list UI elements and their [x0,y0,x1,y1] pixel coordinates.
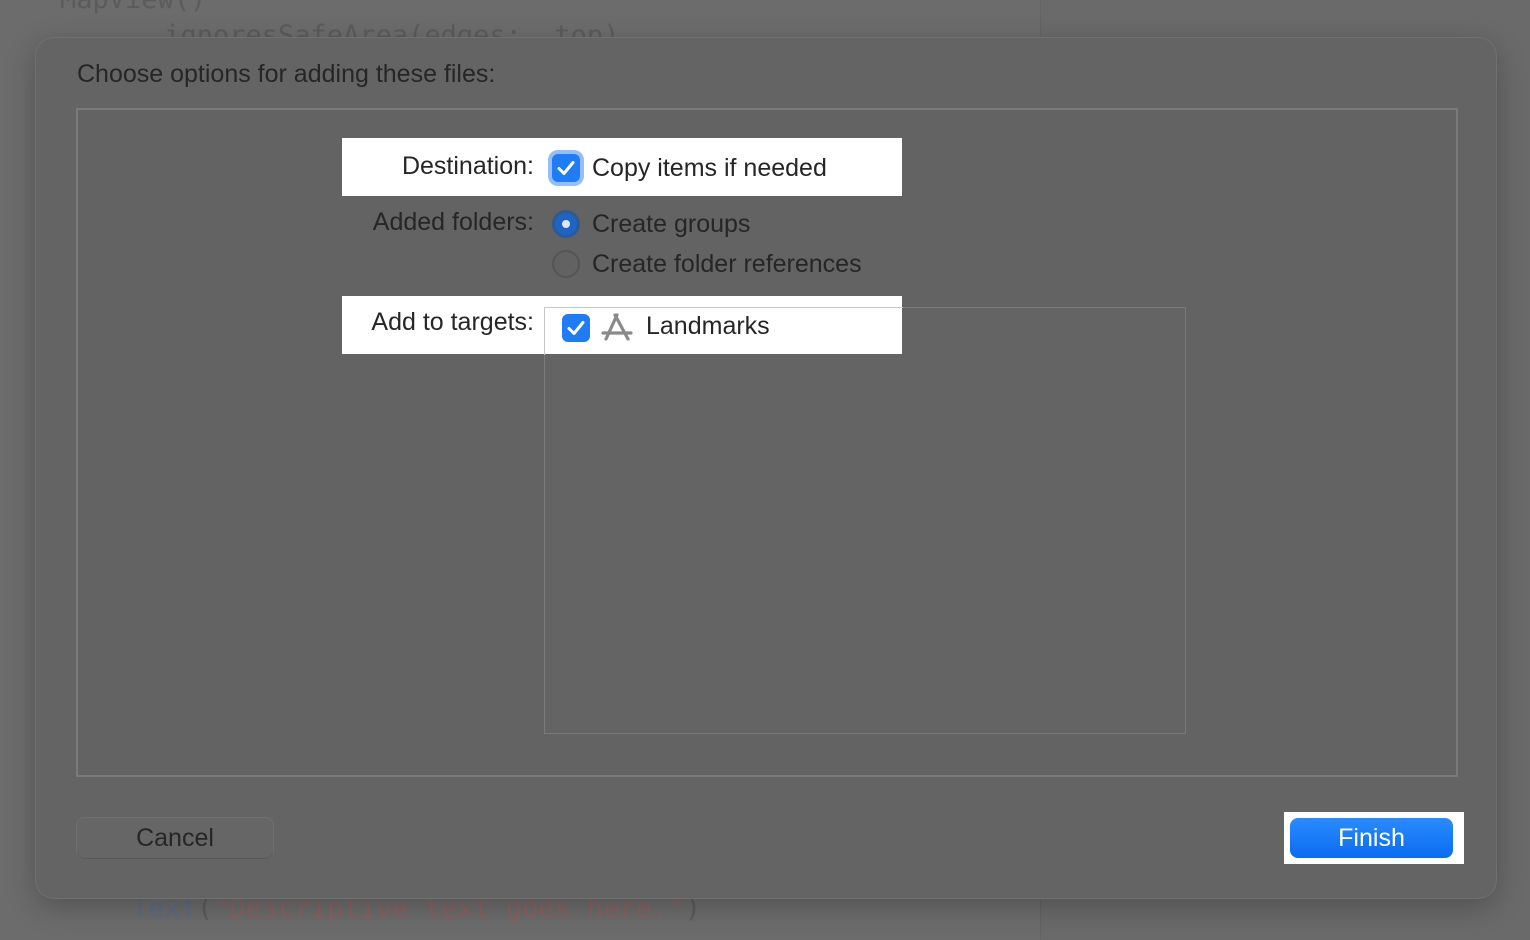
create-folder-references-radio[interactable] [552,250,580,278]
add-files-sheet: Choose options for adding these files: D… [36,38,1496,898]
copy-items-label[interactable]: Copy items if needed [592,154,827,183]
added-folders-label: Added folders: [372,208,534,236]
code-line-mapview: MapView() [60,0,206,15]
checkmark-icon [557,161,575,175]
create-groups-label[interactable]: Create groups [592,210,750,239]
create-groups-radio[interactable] [552,210,580,238]
cancel-button[interactable]: Cancel [77,818,273,858]
sheet-title: Choose options for adding these files: [77,60,496,88]
landmarks-target-label[interactable]: Landmarks [646,312,770,341]
create-folder-references-label[interactable]: Create folder references [592,250,862,279]
copy-items-checkbox[interactable] [552,154,580,182]
targets-list[interactable] [544,307,1186,734]
finish-button[interactable]: Finish [1290,818,1453,858]
checkmark-icon [567,321,585,335]
add-to-targets-label: Add to targets: [371,308,534,336]
landmarks-target-checkbox[interactable] [562,314,590,342]
destination-label: Destination: [401,152,534,180]
app-store-icon [601,313,633,341]
